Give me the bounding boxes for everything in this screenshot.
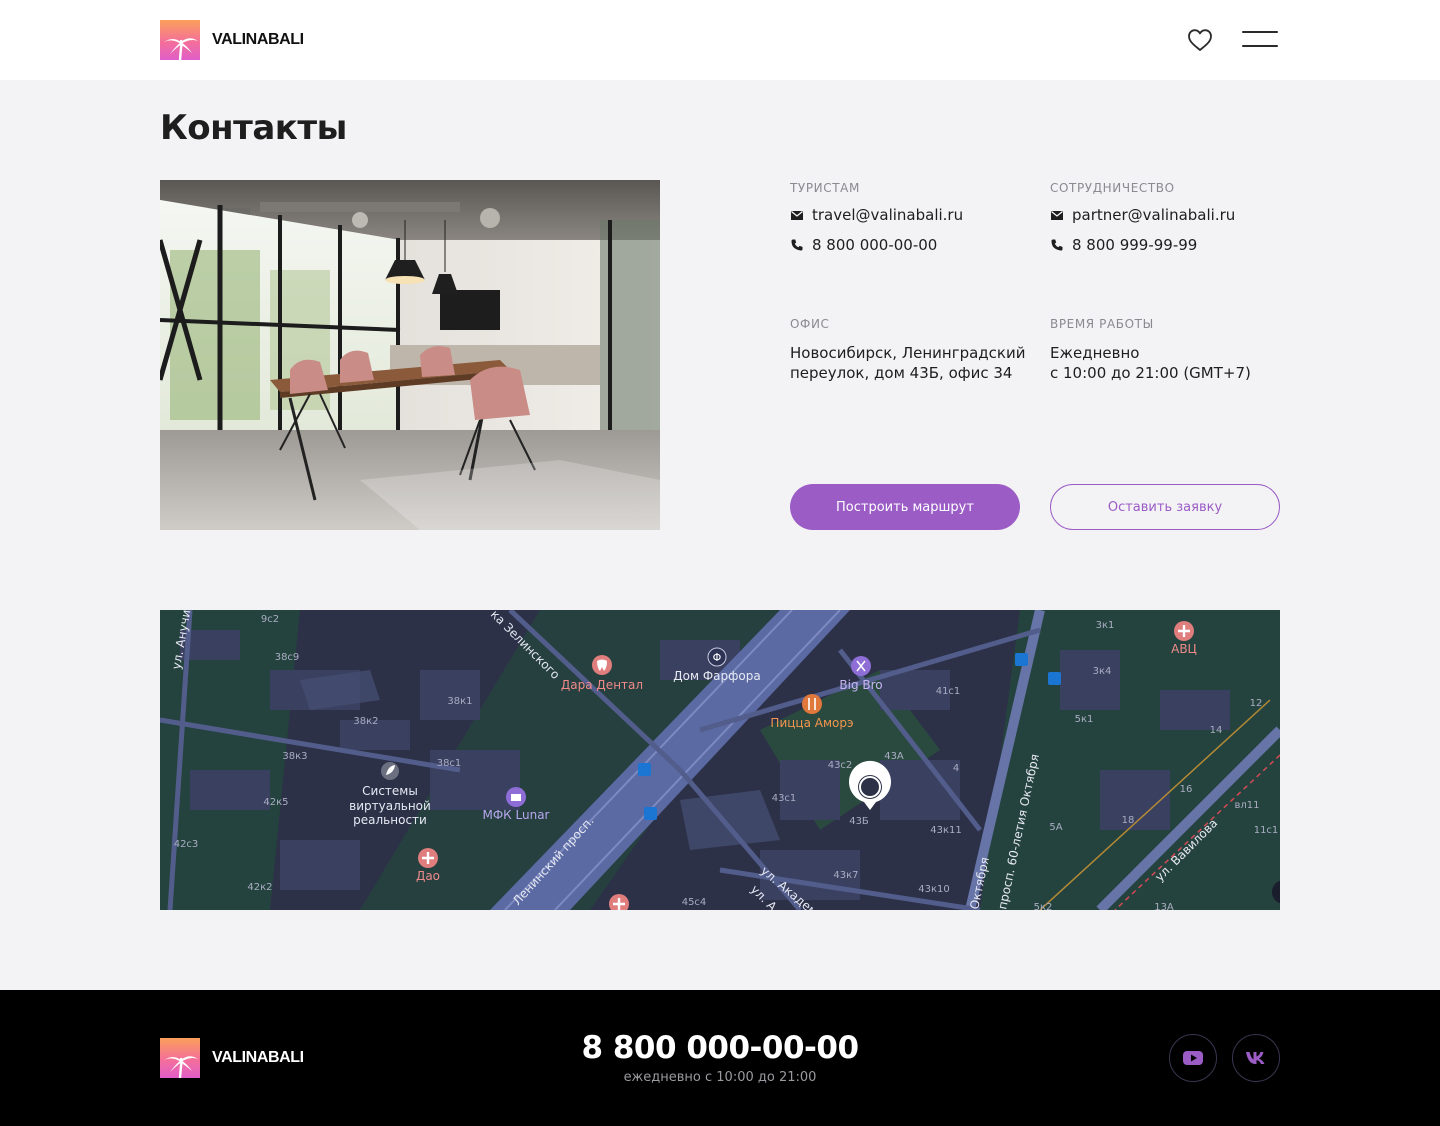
house-number: 42к2 [247, 882, 272, 893]
poi-label-line2: виртуальной [349, 799, 431, 813]
partners-email: partner@valinabali.ru [1072, 206, 1236, 224]
office-address-line2: переулок, дом 43Б, офис 34 [790, 364, 1013, 382]
footer-brand-name: VALINABALI [212, 1049, 304, 1066]
tourists-email: travel@valinabali.ru [812, 206, 964, 224]
hours-line2: с 10:00 до 21:00 (GMT+7) [1050, 364, 1251, 382]
house-number: 4 [953, 763, 959, 774]
house-number: 43к11 [930, 825, 962, 836]
working-hours: Ежедневно с 10:00 до 21:00 (GMT+7) [1050, 343, 1280, 383]
poi-label: Дара Дентал [561, 678, 643, 692]
mail-icon [1050, 208, 1064, 222]
phi-glyph: Φ [713, 651, 722, 664]
menu-button[interactable] [1242, 30, 1278, 50]
house-number: 43Б [849, 816, 869, 827]
fork-knife-icon [802, 694, 822, 714]
poi-label-line3: реальности [353, 813, 427, 827]
office-photo [160, 180, 660, 530]
footer-hours: ежедневно с 10:00 до 21:00 [623, 1070, 817, 1085]
poi-label: МФК Lunar [483, 808, 550, 822]
hours-line1: Ежедневно [1050, 344, 1140, 362]
palm-logo-icon [160, 1038, 200, 1078]
office-address-line1: Новосибирск, Ленинградский [790, 344, 1026, 362]
tourists-email-link[interactable]: travel@valinabali.ru [790, 200, 1030, 230]
site-footer: VALINABALI 8 800 000-00-00 ежедневно с 1… [0, 990, 1440, 1126]
house-number: 38к1 [447, 696, 472, 707]
house-number: 13А [1154, 902, 1174, 910]
partners-phone: 8 800 999-99-99 [1072, 236, 1198, 254]
footer-phone[interactable]: 8 800 000-00-00 [520, 1030, 920, 1066]
tourists-phone: 8 800 000-00-00 [812, 236, 938, 254]
brand-name: VALINABALI [212, 31, 304, 48]
poi-label: Big Bro [839, 678, 882, 692]
hamburger-icon [1242, 31, 1278, 33]
poi-label: Пицца Аморэ [770, 716, 853, 730]
partners-label: СОТРУДНИЧЕСТВО [1050, 181, 1175, 195]
leave-request-button[interactable]: Оставить заявку [1050, 484, 1280, 530]
favorites-button[interactable] [1186, 27, 1214, 53]
vk-button[interactable] [1232, 1034, 1280, 1082]
office-info: ОФИС Новосибирск, Ленинградский переулок… [790, 317, 1035, 383]
poi-label-line1: Системы [362, 784, 418, 798]
house-number: 38к2 [353, 716, 378, 727]
house-number: 41с1 [936, 686, 961, 697]
house-number: 14 [1210, 725, 1223, 736]
palm-logo-icon [160, 20, 200, 60]
tourists-contacts: ТУРИСТАМ travel@valinabali.ru 8 800 000-… [790, 181, 1030, 260]
hamburger-icon-line [1242, 45, 1278, 47]
office-label: ОФИС [790, 317, 830, 331]
mail-icon [790, 208, 804, 222]
house-number: 3к1 [1096, 620, 1115, 631]
house-number: 16 [1180, 784, 1193, 795]
house-number: 43к10 [918, 884, 950, 895]
heart-icon [1188, 29, 1212, 51]
partners-phone-link[interactable]: 8 800 999-99-99 [1050, 230, 1280, 260]
youtube-button[interactable] [1169, 1034, 1217, 1082]
house-number: 9с2 [261, 614, 279, 625]
partners-email-link[interactable]: partner@valinabali.ru [1050, 200, 1280, 230]
house-number: 43А [884, 751, 904, 762]
map[interactable]: ул. Анучина ка Зелинского Ленинский прос… [160, 610, 1280, 910]
house-number: 12 [1250, 698, 1263, 709]
house-number: 38к3 [282, 751, 307, 762]
house-number: 3к4 [1093, 666, 1112, 677]
poi-label: Дао [416, 869, 440, 883]
house-number: 38с1 [437, 758, 462, 769]
house-number: 5А [1049, 822, 1062, 833]
house-number: 43с2 [828, 760, 853, 771]
youtube-icon [1183, 1051, 1203, 1065]
tourists-phone-link[interactable]: 8 800 000-00-00 [790, 230, 1030, 260]
house-number: 45с4 [682, 897, 707, 908]
house-number: 5к2 [1034, 902, 1053, 910]
footer-logo[interactable]: VALINABALI [160, 1038, 304, 1078]
poi-label: АВЦ [1171, 642, 1197, 656]
page-title: Контакты [160, 108, 347, 148]
phone-icon [1050, 238, 1064, 252]
hours-label: ВРЕМЯ РАБОТЫ [1050, 317, 1154, 331]
house-number: 11с1 [1254, 825, 1279, 836]
phone-icon [790, 238, 804, 252]
house-number: 5к1 [1075, 714, 1094, 725]
site-logo[interactable]: VALINABALI [160, 20, 304, 60]
house-number: вл11 [1234, 800, 1259, 811]
site-header: VALINABALI [0, 0, 1440, 80]
house-number: 43к7 [833, 870, 858, 881]
hours-info: ВРЕМЯ РАБОТЫ Ежедневно с 10:00 до 21:00 … [1050, 317, 1280, 383]
partners-contacts: СОТРУДНИЧЕСТВО partner@valinabali.ru 8 8… [1050, 181, 1280, 260]
poi-label: Дом Фарфора [673, 669, 760, 683]
vk-icon [1246, 1052, 1265, 1064]
house-number: 42с3 [174, 839, 199, 850]
house-number: 42к5 [263, 797, 288, 808]
house-number: 43с1 [772, 793, 797, 804]
office-address: Новосибирск, Ленинградский переулок, дом… [790, 343, 1035, 383]
tourists-label: ТУРИСТАМ [790, 181, 860, 195]
build-route-button[interactable]: Построить маршрут [790, 484, 1020, 530]
house-number: 38с9 [275, 652, 300, 663]
house-number: 18 [1122, 815, 1135, 826]
